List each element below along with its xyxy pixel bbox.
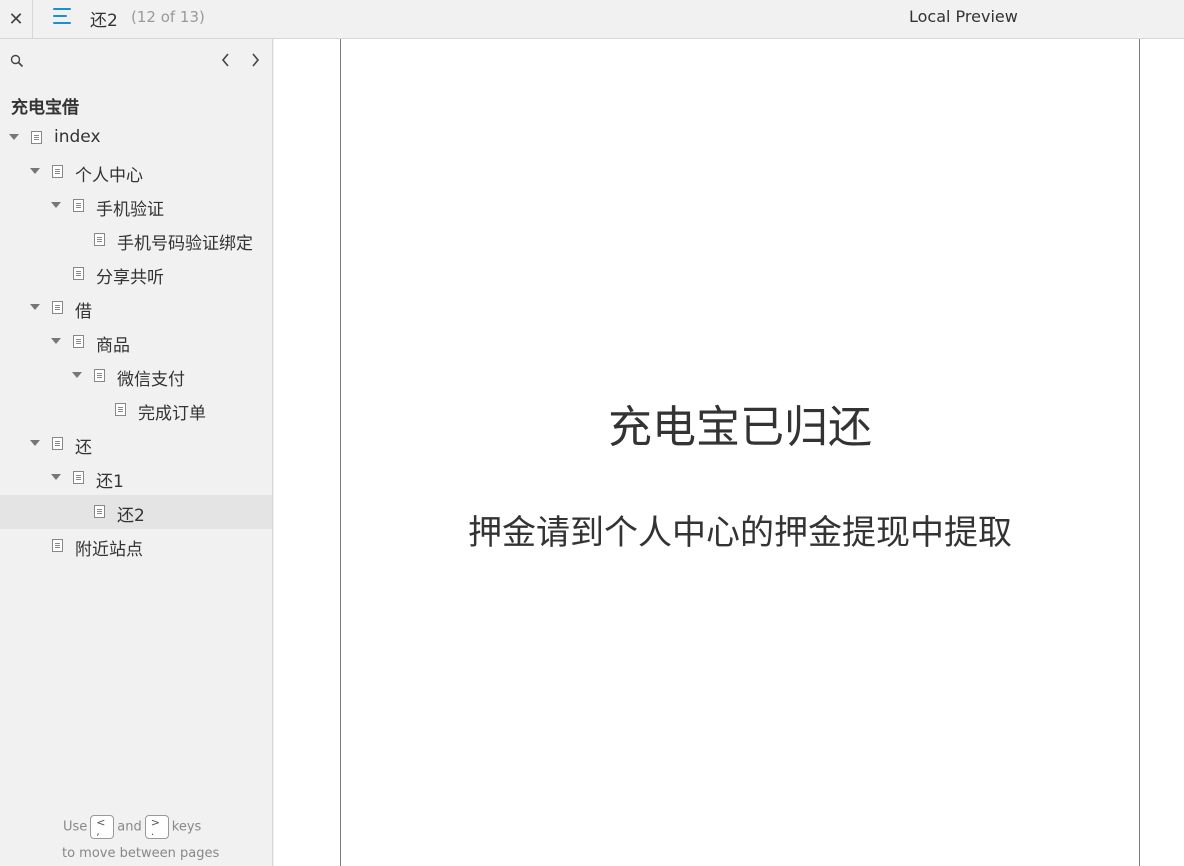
page-canvas: 充电宝已归还 押金请到个人中心的押金提现中提取: [340, 39, 1140, 866]
tree-item-label: 还: [75, 438, 92, 458]
preview-label: Local Preview: [909, 7, 1018, 26]
page-count: (12 of 13): [131, 8, 205, 26]
tree-item-label: 手机号码验证绑定: [117, 234, 253, 254]
tree-item[interactable]: 分享共听: [0, 257, 272, 291]
tree-item[interactable]: 手机号码验证绑定: [0, 223, 272, 257]
tree-item[interactable]: 手机验证: [0, 189, 272, 223]
tree-item[interactable]: 完成订单: [0, 393, 272, 427]
caret-down-icon[interactable]: [51, 474, 61, 480]
page-subtext: 押金请到个人中心的押金提现中提取: [468, 513, 1012, 553]
tree-item-label: 完成订单: [138, 404, 206, 424]
caret-down-icon[interactable]: [30, 168, 40, 174]
tree-item[interactable]: 附近站点: [0, 529, 272, 563]
page-icon: [52, 437, 63, 450]
hint-use: Use: [63, 819, 88, 835]
tree-item-label: 还2: [117, 506, 145, 526]
page-heading: 充电宝已归还: [608, 402, 872, 453]
top-bar: ✕ 还2 (12 of 13) Local Preview: [0, 0, 1184, 39]
page-icon: [73, 267, 84, 280]
page-icon: [73, 199, 84, 212]
close-button[interactable]: ✕: [0, 0, 33, 39]
page-icon: [73, 335, 84, 348]
prev-key-icon: < ,: [90, 815, 115, 839]
tree-item-label: 还1: [96, 472, 124, 492]
search-icon[interactable]: [10, 54, 24, 68]
caret-down-icon[interactable]: [72, 372, 82, 378]
preview-area: 充电宝已归还 押金请到个人中心的押金提现中提取: [274, 39, 1184, 866]
tree-item[interactable]: 商品: [0, 325, 272, 359]
page-icon: [94, 505, 105, 518]
hint-line2: to move between pages: [62, 846, 220, 861]
caret-down-icon[interactable]: [9, 134, 19, 140]
sitemap-sidebar: 充电宝借 index 个人中心手机验证手机号码验证绑定分享共听借商品微信支付完成订…: [0, 39, 273, 866]
tree-item[interactable]: 微信支付: [0, 359, 272, 393]
tree-item[interactable]: 借: [0, 291, 272, 325]
caret-down-icon[interactable]: [51, 202, 61, 208]
page-icon: [73, 471, 84, 484]
caret-down-icon[interactable]: [30, 304, 40, 310]
tree-item-label: index: [54, 127, 101, 147]
tree-item[interactable]: 还1: [0, 461, 272, 495]
hint-and: and: [117, 819, 142, 835]
tree-item[interactable]: index: [0, 121, 272, 155]
sitemap-toggle-button[interactable]: [50, 6, 76, 32]
page-icon: [31, 131, 42, 144]
tree-item-label: 分享共听: [96, 268, 164, 288]
tree-item[interactable]: 个人中心: [0, 155, 272, 189]
next-key-icon: > .: [144, 815, 169, 839]
caret-down-icon[interactable]: [51, 338, 61, 344]
next-page-icon[interactable]: [248, 51, 262, 69]
page-icon: [94, 233, 105, 246]
page-icon: [52, 165, 63, 178]
page-icon: [52, 301, 63, 314]
tree-item[interactable]: 还2: [0, 495, 272, 529]
tree-item-label: 借: [75, 302, 92, 322]
tree-item-label: 商品: [96, 336, 130, 356]
tree-item[interactable]: 还: [0, 427, 272, 461]
tree-item-label: 微信支付: [117, 370, 185, 390]
page-icon: [52, 539, 63, 552]
tree-item-label: 附近站点: [75, 540, 143, 560]
previous-page-icon[interactable]: [219, 51, 233, 69]
tree-item-label: 手机验证: [96, 200, 164, 220]
page-icon: [115, 403, 126, 416]
page-icon: [94, 369, 105, 382]
menu-icon: [53, 8, 71, 10]
close-icon[interactable]: ✕: [8, 9, 23, 30]
project-title: 充电宝借: [11, 98, 79, 118]
hint-keys: keys: [171, 819, 202, 835]
tree-item-label: 个人中心: [75, 166, 143, 186]
page-title: 还2: [90, 11, 118, 31]
caret-down-icon[interactable]: [30, 440, 40, 446]
